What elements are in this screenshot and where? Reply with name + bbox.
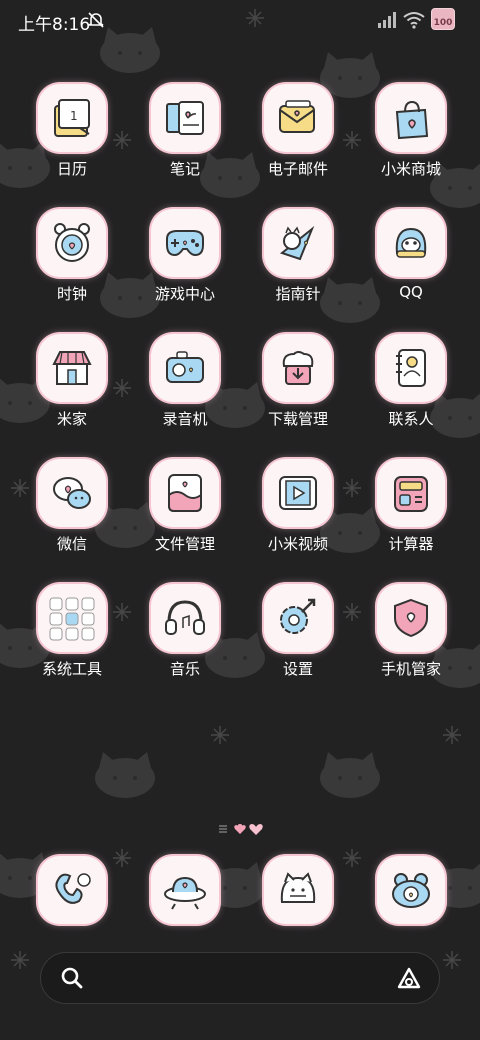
compass-icon bbox=[279, 225, 315, 261]
recorder-icon bbox=[166, 351, 204, 383]
app-tile[interactable] bbox=[264, 84, 332, 152]
app-label: 联系人 bbox=[388, 410, 434, 428]
dock bbox=[0, 856, 480, 936]
qq-penguin-icon bbox=[395, 227, 427, 258]
app-label: 时钟 bbox=[56, 285, 87, 303]
app-label: 下载管理 bbox=[267, 410, 328, 428]
app-label: QQ bbox=[399, 283, 423, 301]
camera-frog-icon bbox=[392, 873, 430, 908]
messages-ufo-icon bbox=[164, 876, 206, 910]
app-tile[interactable] bbox=[38, 209, 106, 277]
app-notes[interactable]: 笔记 bbox=[135, 84, 235, 202]
app-label: 日历 bbox=[56, 160, 87, 178]
app-downloads[interactable]: 下载管理 bbox=[248, 334, 348, 452]
app-qq[interactable]: QQ bbox=[361, 209, 461, 327]
app-label: 系统工具 bbox=[41, 660, 102, 678]
app-contacts[interactable]: 联系人 bbox=[361, 334, 461, 452]
email-icon bbox=[279, 100, 315, 133]
app-tile[interactable] bbox=[38, 459, 106, 527]
app-security[interactable]: 手机管家 bbox=[361, 584, 461, 702]
app-tile[interactable] bbox=[151, 584, 219, 652]
app-calculator[interactable]: 计算器 bbox=[361, 459, 461, 577]
calculator-icon bbox=[394, 476, 428, 512]
app-label: 手机管家 bbox=[380, 660, 441, 678]
download-cloud-icon bbox=[282, 351, 314, 385]
app-tile[interactable] bbox=[377, 84, 445, 152]
app-tile[interactable] bbox=[151, 459, 219, 527]
notes-icon bbox=[166, 101, 204, 135]
dock-browser[interactable] bbox=[248, 856, 348, 926]
shopping-bag-icon bbox=[395, 100, 429, 140]
app-tile[interactable] bbox=[264, 459, 332, 527]
app-compass[interactable]: 指南针 bbox=[248, 209, 348, 327]
app-mi-video[interactable]: 小米视频 bbox=[248, 459, 348, 577]
dock-camera[interactable] bbox=[361, 856, 461, 926]
dock-messages[interactable] bbox=[135, 856, 235, 926]
app-mi-store[interactable]: 小米商城 bbox=[361, 84, 461, 202]
app-wechat[interactable]: 微信 bbox=[22, 459, 122, 577]
app-tile[interactable] bbox=[264, 584, 332, 652]
system-tools-folder-icon bbox=[49, 597, 95, 641]
lens-icon[interactable] bbox=[395, 965, 423, 993]
phone-icon bbox=[55, 873, 91, 904]
app-label: 录音机 bbox=[162, 410, 208, 428]
browser-cat-icon bbox=[280, 872, 316, 903]
video-film-icon bbox=[279, 476, 317, 510]
app-tile[interactable] bbox=[377, 209, 445, 277]
wechat-bubble-icon bbox=[53, 477, 91, 509]
app-clock[interactable]: 时钟 bbox=[22, 209, 122, 327]
app-tile[interactable] bbox=[377, 459, 445, 527]
clock-icon bbox=[54, 223, 90, 262]
calendar-icon: 1 bbox=[54, 99, 90, 137]
dock-phone[interactable] bbox=[22, 856, 122, 926]
app-tile[interactable] bbox=[38, 584, 106, 652]
app-email[interactable]: 电子邮件 bbox=[248, 84, 348, 202]
app-tile[interactable] bbox=[377, 584, 445, 652]
app-game-center[interactable]: 游戏中心 bbox=[135, 209, 235, 327]
app-system-tools[interactable]: 系统工具 bbox=[22, 584, 122, 702]
app-label: 微信 bbox=[56, 535, 87, 553]
app-tile[interactable] bbox=[264, 856, 332, 924]
contacts-book-icon bbox=[396, 349, 426, 387]
app-recorder[interactable]: 录音机 bbox=[135, 334, 235, 452]
app-mi-home[interactable]: 米家 bbox=[22, 334, 122, 452]
app-tile[interactable] bbox=[151, 84, 219, 152]
app-settings[interactable]: 设置 bbox=[248, 584, 348, 702]
app-label: 指南针 bbox=[275, 285, 321, 303]
app-label: 设置 bbox=[282, 660, 313, 678]
app-tile[interactable]: 1 bbox=[38, 84, 106, 152]
app-label: 电子邮件 bbox=[267, 160, 328, 178]
search-icon[interactable] bbox=[59, 965, 85, 991]
app-label: 音乐 bbox=[169, 660, 200, 678]
settings-gear-icon bbox=[280, 598, 316, 634]
app-tile[interactable] bbox=[38, 334, 106, 402]
page-indicator[interactable] bbox=[216, 820, 266, 838]
app-tile[interactable] bbox=[264, 334, 332, 402]
app-label: 小米商城 bbox=[380, 160, 441, 178]
app-label: 笔记 bbox=[169, 160, 200, 178]
app-tile[interactable] bbox=[377, 334, 445, 402]
app-label: 小米视频 bbox=[267, 535, 328, 553]
security-shield-icon bbox=[394, 598, 428, 638]
app-tile[interactable] bbox=[264, 209, 332, 277]
app-tile[interactable] bbox=[151, 209, 219, 277]
app-tile[interactable] bbox=[151, 856, 219, 924]
app-label: 计算器 bbox=[388, 535, 434, 553]
file-folder-icon bbox=[168, 474, 202, 512]
app-music[interactable]: 音乐 bbox=[135, 584, 235, 702]
app-grid: 1 日历 笔记 电子邮件 小米商城 时钟 游戏中心 指南针 QQ 米家 录音机 … bbox=[0, 0, 480, 700]
app-calendar[interactable]: 1 日历 bbox=[22, 84, 122, 202]
app-tile[interactable] bbox=[151, 334, 219, 402]
app-label: 文件管理 bbox=[154, 535, 215, 553]
search-bar[interactable] bbox=[40, 952, 440, 1004]
app-tile[interactable] bbox=[377, 856, 445, 924]
headphones-icon bbox=[165, 600, 205, 635]
gamepad-icon bbox=[166, 230, 204, 257]
app-label: 游戏中心 bbox=[154, 285, 215, 303]
home-store-icon bbox=[52, 351, 92, 385]
svg-text:1: 1 bbox=[70, 109, 78, 123]
app-tile[interactable] bbox=[38, 856, 106, 924]
app-file-manager[interactable]: 文件管理 bbox=[135, 459, 235, 577]
app-label: 米家 bbox=[56, 410, 87, 428]
